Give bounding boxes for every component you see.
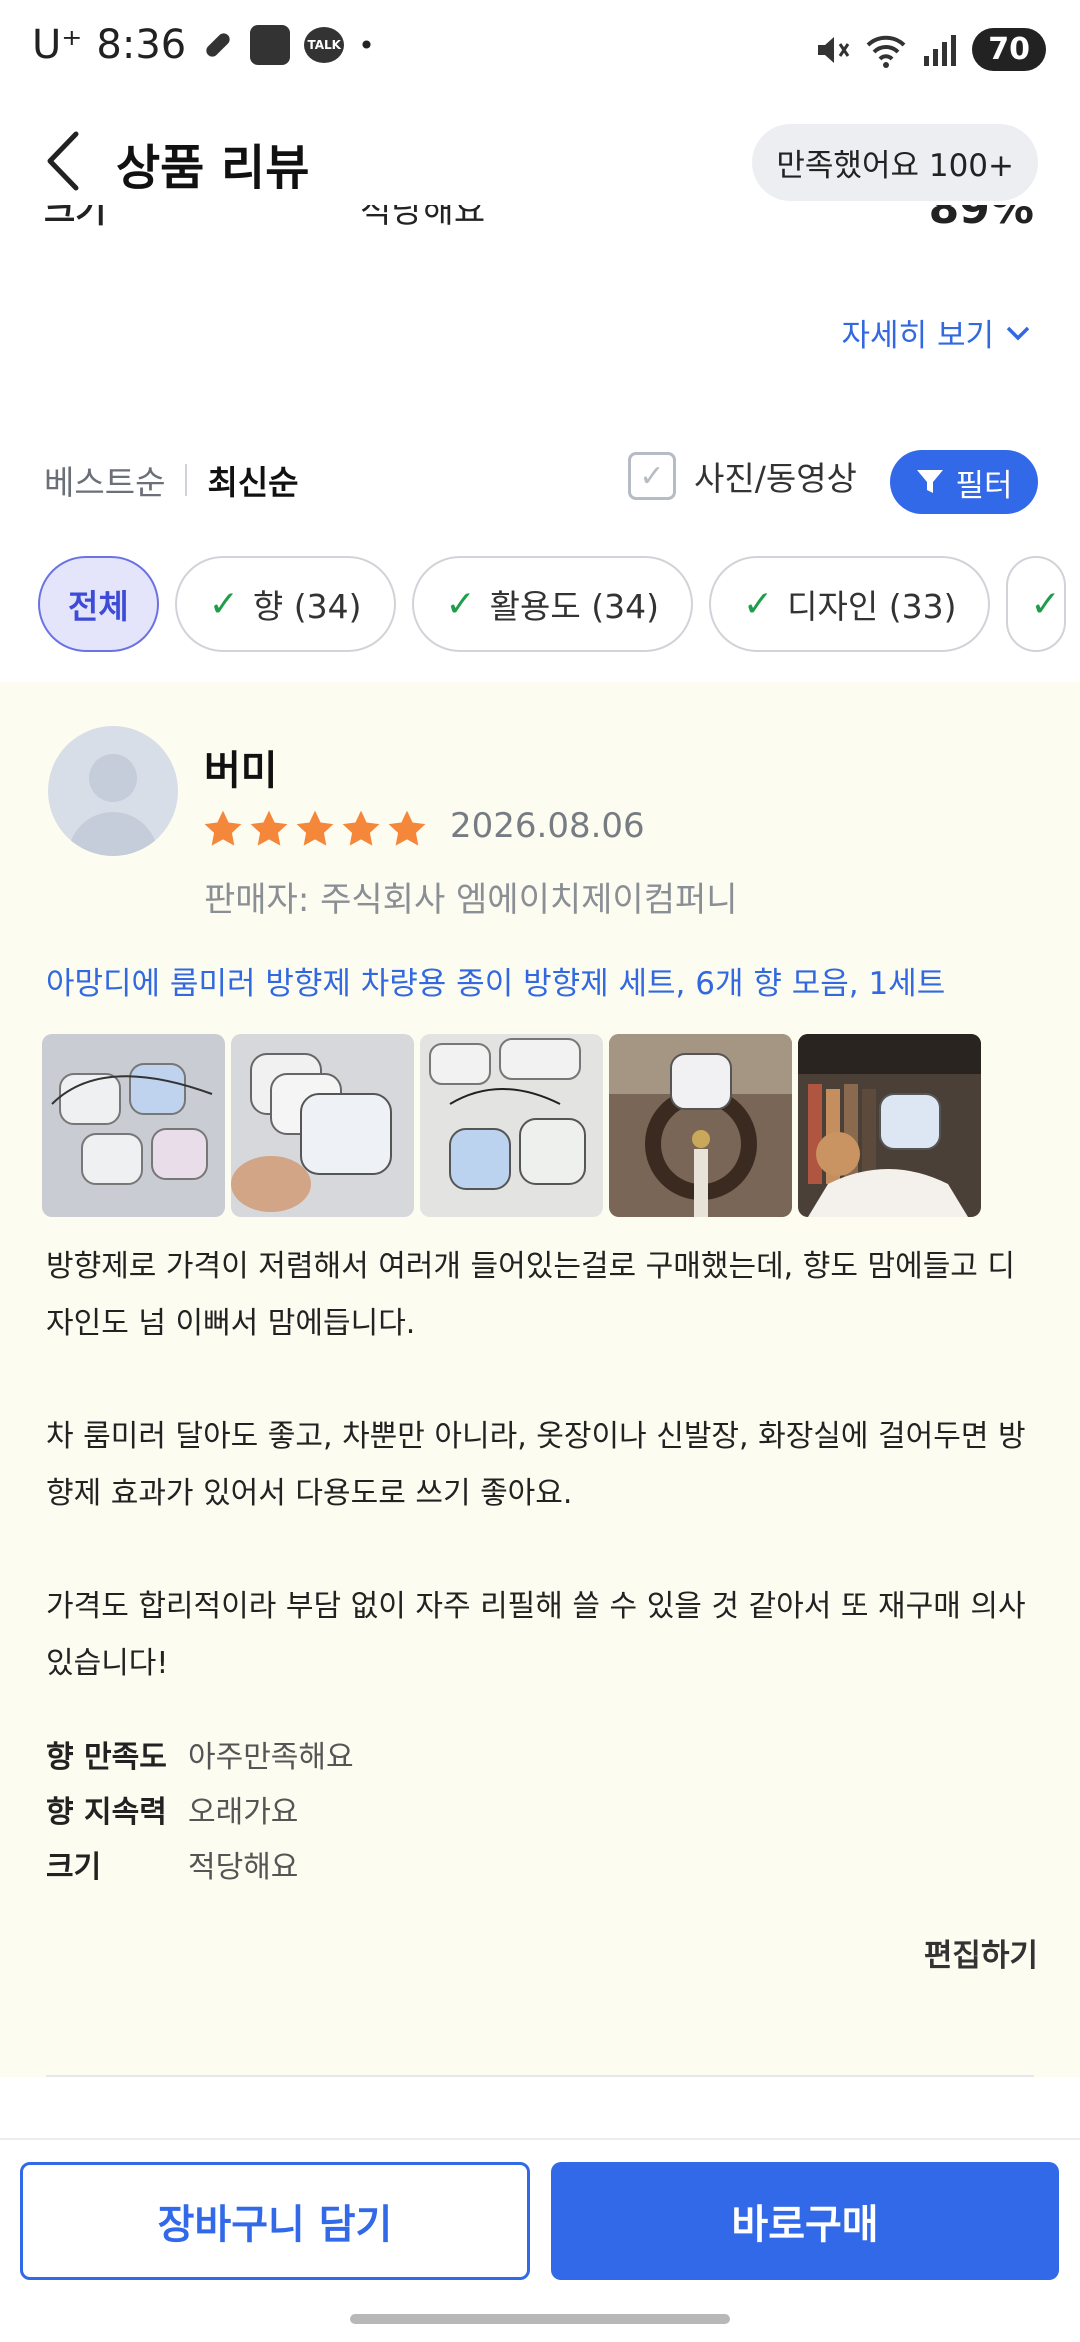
star-icon [296,810,334,846]
review-body: 방향제로 가격이 저렴해서 여러개 들어있는걸로 구매했는데, 향도 맘에들고 … [46,1238,1036,1692]
attribute-row: 크기 적당해요 [46,1840,354,1895]
attribute-key: 향 만족도 [46,1740,167,1775]
attribute-row: 향 지속력 오래가요 [46,1785,354,1840]
wifi-icon [866,35,906,68]
chip-all[interactable]: 전체 [38,556,159,652]
chip-design[interactable]: ✓ 디자인 (33) [708,556,991,652]
add-to-cart-button[interactable]: 장바구니 담기 [20,2162,530,2280]
attribute-value: 오래가요 [188,1795,299,1830]
review-photo[interactable] [420,1034,603,1217]
satisfied-badge[interactable]: 만족했어요 100+ [752,124,1038,201]
chip-label: 디자인 (33) [787,587,957,626]
mute-icon [818,36,850,63]
attribute-value: 아주만족해요 [188,1740,354,1775]
photo-video-filter[interactable]: ✓ 사진/동영상 [628,452,857,500]
star-icon [204,810,242,846]
avatar [48,726,178,856]
signal-icon [924,34,957,66]
clock: 8:36 [96,22,187,68]
status-left: U⁺ 8:36 TALK • [32,22,375,68]
star-icon [250,810,288,846]
chip-label: 활용도 (34) [489,587,659,626]
attribute-key: 크기 [46,1850,102,1885]
summary-row-partial: 크기 적당해요 89% [44,205,1044,245]
attribute-value: 적당해요 [188,1850,299,1885]
carrier: U⁺ [32,22,83,68]
chip-label: 전체 [68,587,129,626]
chip-scent[interactable]: ✓ 향 (34) [174,556,396,652]
home-indicator[interactable] [350,2314,730,2324]
chip-usability[interactable]: ✓ 활용도 (34) [411,556,693,652]
back-arrow-icon[interactable] [40,126,88,196]
check-icon: ✓ [208,583,239,625]
app-header: 상품 리뷰 만족했어요 100+ [0,100,1080,220]
reviewer-name: 버미 [204,748,278,794]
bottom-action-bar: 장바구니 담기 바로구매 [0,2138,1080,2342]
chevron-down-icon [1006,326,1030,340]
app-notification-icon [250,25,291,65]
review-attributes: 향 만족도 아주만족해요 향 지속력 오래가요 크기 적당해요 [46,1730,354,1895]
divider [46,2075,1034,2077]
review-paragraph: 방향제로 가격이 저렴해서 여러개 들어있는걸로 구매했는데, 향도 맘에들고 … [46,1249,1016,1341]
review-paragraph: 차 룸미러 달아도 좋고, 차뿐만 아니라, 옷장이나 신발장, 화장실에 걸어… [46,1419,1026,1511]
funnel-icon [917,470,944,493]
seller-name: 판매자: 주식회사 엠에이치제이컴퍼니 [204,880,738,920]
photo-video-label: 사진/동영상 [694,459,857,498]
checkbox-icon[interactable]: ✓ [628,452,676,500]
chip-more-partial[interactable]: ✓ [1006,556,1067,652]
more-details-link[interactable]: 자세히 보기 [842,310,1032,355]
dot-icon: • [358,28,375,62]
talk-icon: TALK [304,27,345,63]
buy-now-button[interactable]: 바로구매 [551,2162,1059,2280]
filter-label: 필터 [955,467,1013,504]
star-icon [342,810,380,846]
status-bar: U⁺ 8:36 TALK • 70 [0,0,1080,100]
check-icon: ✓ [445,583,476,625]
review-card: 버미 2026.08.06 판매자: 주식회사 엠에이치제이컴퍼니 아망디에 룸… [0,682,1080,2077]
summary-value: 적당해요 [360,205,486,231]
review-photo[interactable] [798,1034,981,1217]
battery-indicator: 70 [972,28,1046,71]
attribute-key: 향 지속력 [46,1795,167,1830]
sort-divider [185,464,188,496]
sort-latest[interactable]: 최신순 [207,456,298,504]
review-date: 2026.08.06 [450,806,645,846]
chip-label: 향 (34) [252,587,362,626]
check-icon: ✓ [1030,583,1061,625]
review-paragraph: 가격도 합리적이라 부담 없이 자주 리필해 쓸 수 있을 것 같아서 또 재구… [46,1589,1026,1681]
review-photo[interactable] [609,1034,792,1217]
check-icon: ✓ [742,583,774,625]
more-details-label: 자세히 보기 [841,318,994,354]
rating-stars [202,808,428,850]
filter-button[interactable]: 필터 [890,450,1038,514]
page-title: 상품 리뷰 [116,140,310,196]
sort-best[interactable]: 베스트순 [44,456,165,504]
pill-icon [206,33,230,57]
summary-percent: 89% [928,205,1034,234]
attribute-row: 향 만족도 아주만족해요 [46,1730,354,1785]
edit-button[interactable]: 편집하기 [924,1930,1038,1975]
summary-label: 크기 [44,205,107,231]
review-photos [42,1034,981,1217]
sort-tabs: 베스트순 최신순 [44,456,299,504]
review-photo[interactable] [42,1034,225,1217]
review-photo[interactable] [231,1034,414,1217]
keyword-chips: 전체 ✓ 향 (34) ✓ 활용도 (34) ✓ 디자인 (33) ✓ [38,556,1067,652]
status-right: 70 [812,28,1046,71]
product-link[interactable]: 아망디에 룸미러 방향제 차량용 종이 방향제 세트, 6개 향 모음, 1세트 [46,958,945,1003]
star-icon [388,810,426,846]
